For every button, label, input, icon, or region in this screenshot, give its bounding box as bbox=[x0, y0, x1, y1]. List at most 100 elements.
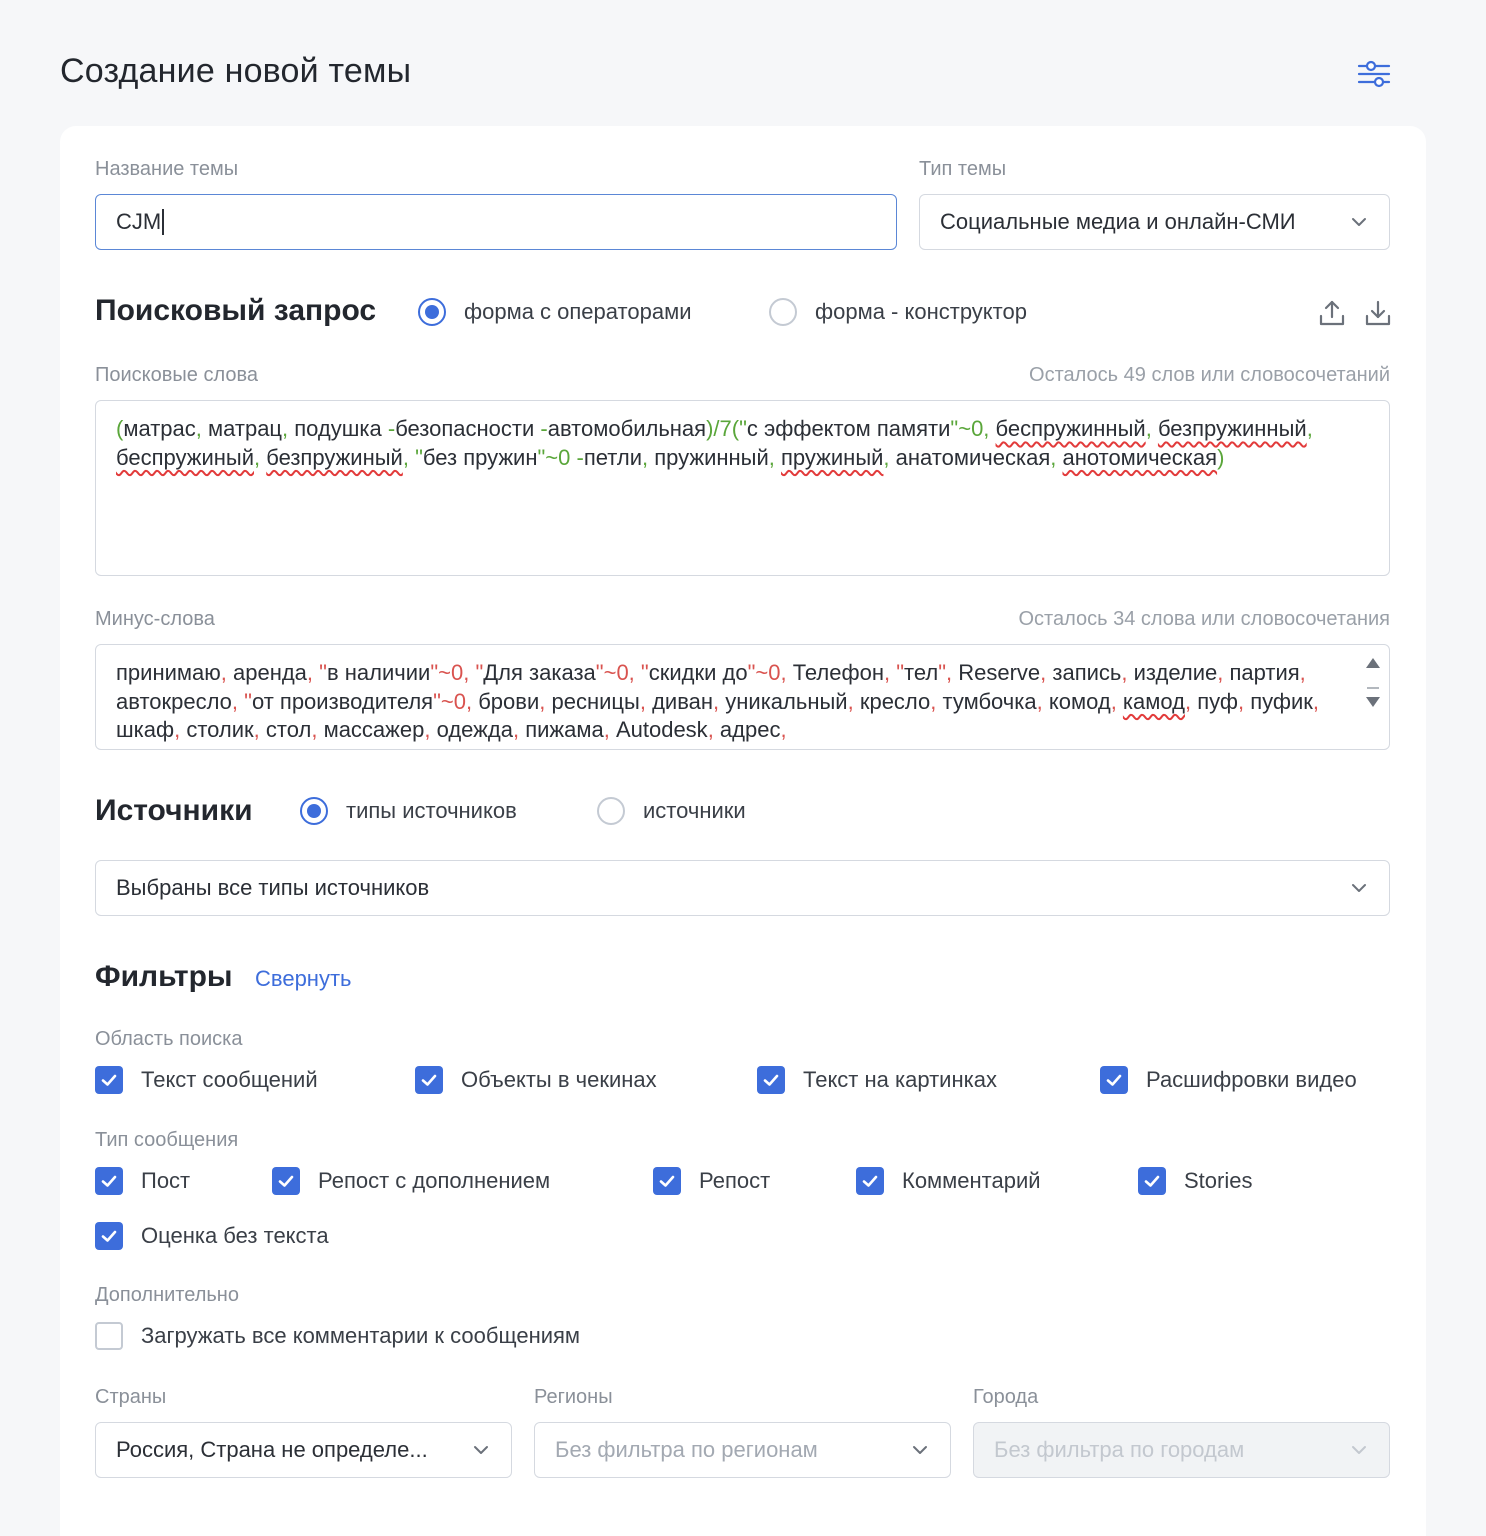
query-word: партия bbox=[1229, 660, 1300, 685]
theme-type-select[interactable]: Социальные медиа и онлайн-СМИ bbox=[919, 194, 1390, 250]
checkbox-type-post[interactable]: Пост bbox=[95, 1167, 190, 1195]
minus-words-textarea[interactable]: принимаю, аренда, "в наличии"~0, "Для за… bbox=[95, 644, 1390, 750]
query-operator: , bbox=[220, 660, 233, 685]
checkbox-scope-messages[interactable]: Текст сообщений bbox=[95, 1066, 318, 1094]
additional-label: Дополнительно bbox=[95, 1284, 239, 1306]
check-icon bbox=[101, 1175, 117, 1187]
theme-name-label: Название темы bbox=[95, 158, 239, 180]
misspelled-word: камод bbox=[1122, 688, 1185, 714]
query-operator: , bbox=[639, 688, 653, 714]
message-type-label: Тип сообщения bbox=[95, 1129, 239, 1151]
checkbox-type-comment[interactable]: Комментарий bbox=[856, 1167, 1041, 1195]
query-word: с эффектом памяти bbox=[746, 416, 951, 441]
regions-select[interactable]: Без фильтра по регионам bbox=[534, 1422, 951, 1478]
query-word: Для заказа bbox=[483, 660, 596, 685]
checkbox-type-repost[interactable]: Репост bbox=[653, 1167, 770, 1195]
checkbox-type-rating[interactable]: Оценка без текста bbox=[95, 1222, 329, 1250]
query-operator: , bbox=[512, 717, 526, 742]
query-operator: , bbox=[707, 717, 720, 742]
query-operator: , " bbox=[306, 660, 327, 685]
query-operator: , bbox=[1184, 688, 1198, 714]
query-operator: , bbox=[768, 444, 782, 470]
source-types-select[interactable]: Выбраны все типы источников bbox=[95, 860, 1390, 916]
checkbox-load-all-comments[interactable]: Загружать все комментарии к сообщениям bbox=[95, 1322, 580, 1350]
query-word: стол bbox=[265, 717, 312, 742]
download-icon bbox=[1365, 300, 1391, 326]
query-word: пружинный bbox=[654, 444, 769, 470]
countries-select[interactable]: Россия, Страна не определе... bbox=[95, 1422, 512, 1478]
countries-value: Россия, Страна не определе... bbox=[116, 1437, 428, 1462]
scrollbar[interactable] bbox=[1363, 653, 1383, 745]
checkbox-label: Расшифровки видео bbox=[1146, 1067, 1357, 1092]
checkbox-box bbox=[757, 1066, 785, 1094]
checkbox-type-repost-addition[interactable]: Репост с дополнением bbox=[272, 1167, 550, 1195]
keywords-textarea[interactable]: (матрас, матрац, подушка -безопасности -… bbox=[95, 400, 1390, 576]
collapse-filters-link[interactable]: Свернуть bbox=[255, 966, 352, 992]
radio-builder-label: форма - конструктор bbox=[815, 299, 1027, 324]
form-card: Название темы CJM Тип темы Социальные ме… bbox=[60, 126, 1426, 1536]
theme-type-label: Тип темы bbox=[919, 158, 1007, 180]
query-operator: , bbox=[780, 717, 787, 742]
query-word: матрас bbox=[123, 416, 196, 441]
checkbox-label: Оценка без текста bbox=[141, 1223, 329, 1248]
query-operator: , bbox=[1299, 660, 1306, 685]
query-word: адрес bbox=[719, 717, 781, 742]
check-icon bbox=[659, 1175, 675, 1187]
query-operator: "~0, bbox=[747, 660, 793, 685]
cities-select[interactable]: Без фильтра по городам bbox=[973, 1422, 1390, 1478]
chevron-down-icon bbox=[913, 1446, 927, 1454]
radio-sources[interactable]: источники bbox=[597, 797, 746, 825]
checkbox-scope-image-text[interactable]: Текст на картинках bbox=[757, 1066, 997, 1094]
query-operator: - bbox=[540, 416, 548, 441]
query-operator: , bbox=[1036, 688, 1049, 714]
checkbox-label: Текст на картинках bbox=[803, 1067, 997, 1092]
query-word: пижама bbox=[525, 717, 604, 742]
checkbox-label: Репост bbox=[699, 1168, 771, 1193]
chevron-down-icon bbox=[474, 1446, 488, 1454]
keywords-label: Поисковые слова bbox=[95, 364, 258, 386]
checkbox-type-stories[interactable]: Stories bbox=[1138, 1167, 1252, 1195]
query-word: уникальный bbox=[725, 688, 848, 714]
query-operator: , bbox=[1050, 444, 1063, 470]
radio-builder[interactable]: форма - конструктор bbox=[769, 298, 1027, 326]
query-word: в наличии bbox=[326, 660, 431, 685]
query-word: шкаф bbox=[116, 717, 175, 742]
checkbox-scope-video-transcripts[interactable]: Расшифровки видео bbox=[1100, 1066, 1357, 1094]
query-operator: "~0, bbox=[950, 416, 996, 441]
source-types-value: Выбраны все типы источников bbox=[116, 875, 430, 900]
minus-words-label: Минус-слова bbox=[95, 608, 215, 630]
checkbox-label: Загружать все комментарии к сообщениям bbox=[141, 1323, 581, 1348]
query-word: безопасности bbox=[395, 416, 541, 441]
theme-name-input[interactable]: CJM bbox=[95, 194, 897, 250]
checkbox-box bbox=[95, 1222, 123, 1250]
checkbox-box bbox=[272, 1167, 300, 1195]
query-operator: , " bbox=[231, 688, 252, 714]
sources-title: Источники bbox=[95, 794, 253, 827]
query-operator: "~0, " bbox=[595, 660, 649, 685]
query-operator: , bbox=[195, 416, 208, 441]
upload-button[interactable] bbox=[1316, 297, 1348, 329]
radio-operators[interactable]: форма с операторами bbox=[418, 298, 691, 326]
chevron-down-icon bbox=[1352, 884, 1366, 892]
settings-button[interactable] bbox=[1352, 54, 1396, 94]
checkbox-scope-checkins[interactable]: Объекты в чекинах bbox=[415, 1066, 657, 1094]
query-word: Телефон bbox=[792, 660, 884, 685]
checkbox-box bbox=[95, 1322, 123, 1350]
chevron-down-icon bbox=[1352, 1446, 1366, 1454]
query-word: аренда bbox=[232, 660, 307, 685]
radio-source-types[interactable]: типы источников bbox=[300, 797, 517, 825]
misspelled-word: пружиный bbox=[781, 444, 884, 470]
checkbox-box bbox=[95, 1167, 123, 1195]
download-button[interactable] bbox=[1362, 297, 1394, 329]
query-word: столик bbox=[186, 717, 254, 742]
query-word: петли bbox=[583, 444, 642, 470]
upload-icon bbox=[1319, 300, 1345, 326]
query-word: тел bbox=[904, 660, 939, 685]
query-operator: , bbox=[311, 717, 324, 742]
query-word: изделие bbox=[1133, 660, 1218, 685]
checkbox-label: Пост bbox=[141, 1168, 191, 1193]
checkbox-box bbox=[415, 1066, 443, 1094]
checkbox-box bbox=[856, 1167, 884, 1195]
checkbox-label: Текст сообщений bbox=[141, 1067, 318, 1092]
check-icon bbox=[101, 1230, 117, 1242]
